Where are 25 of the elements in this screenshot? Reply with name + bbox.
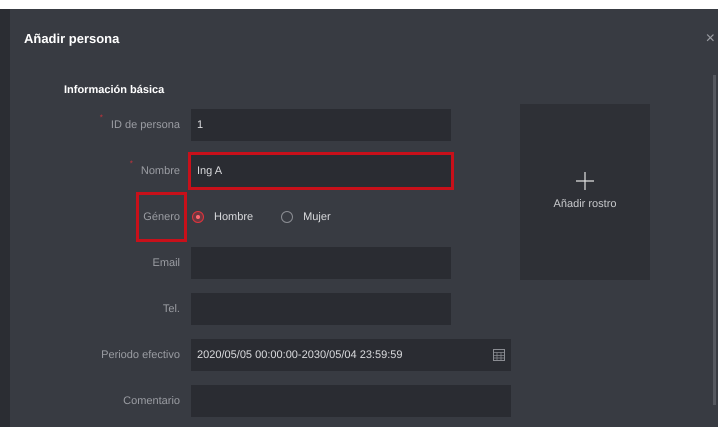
radio-button[interactable] <box>192 211 204 223</box>
plus-icon <box>576 172 594 190</box>
required-mark: * <box>130 158 133 170</box>
input-field[interactable]: Ing A <box>188 152 454 190</box>
calendar-icon[interactable] <box>493 349 505 361</box>
radio-button[interactable] <box>281 211 294 223</box>
field-label: Comentario <box>122 394 181 409</box>
field-label: Género <box>136 192 187 242</box>
add-face-button[interactable]: Añadir rostro <box>520 104 650 280</box>
required-mark: * <box>100 112 103 124</box>
radio-label: Hombre <box>214 210 254 225</box>
field-value: 1 <box>197 118 204 133</box>
field-label: Email <box>151 256 181 271</box>
field-label: Nombre <box>140 164 181 179</box>
field-label: ID de persona <box>110 118 181 133</box>
close-button[interactable]: × <box>704 31 716 47</box>
radio-label: Mujer <box>303 210 331 225</box>
section-title: Información básica <box>64 83 166 98</box>
input-field[interactable]: 2020/05/05 00:00:00-2030/05/04 23:59:59 <box>188 336 514 374</box>
field-value: Ing A <box>197 164 222 179</box>
field-label: Periodo efectivo <box>100 348 181 363</box>
field-value: 2020/05/05 00:00:00-2030/05/04 23:59:59 <box>197 348 403 363</box>
dialog-title: Añadir persona <box>24 30 120 48</box>
input-field[interactable]: 1 <box>188 106 454 144</box>
field-label: Tel. <box>162 302 181 317</box>
